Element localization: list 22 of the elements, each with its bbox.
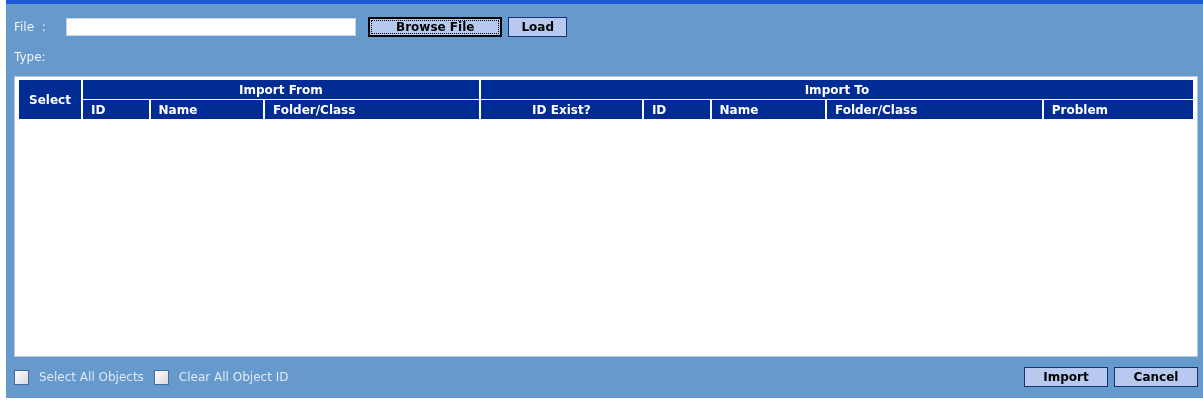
column-header: ID Exist? bbox=[480, 100, 642, 119]
checkbox[interactable] bbox=[153, 369, 169, 385]
column-header: Select bbox=[19, 80, 81, 119]
column-header: Name bbox=[150, 100, 263, 119]
file-field[interactable] bbox=[66, 18, 356, 36]
column-header: Folder/Class bbox=[265, 100, 479, 119]
file-label: File : bbox=[14, 20, 47, 34]
type-label: Type: bbox=[14, 50, 46, 64]
checkbox-label: Select All Objects bbox=[39, 370, 144, 384]
column-header: Folder/Class bbox=[826, 100, 1042, 119]
column-header: Name bbox=[711, 100, 825, 119]
column-header: ID bbox=[82, 100, 149, 119]
load-button[interactable]: Load bbox=[508, 17, 567, 37]
group-header: Import To bbox=[480, 80, 1193, 99]
checkbox[interactable] bbox=[14, 369, 29, 385]
browse-button[interactable]: Browse File bbox=[368, 17, 503, 37]
checkbox-label: Clear All Object ID bbox=[178, 370, 289, 384]
column-header: ID bbox=[643, 100, 710, 119]
import-button[interactable]: Import bbox=[1024, 367, 1108, 387]
cancel-button[interactable]: Cancel bbox=[1114, 367, 1198, 387]
column-header: Problem bbox=[1043, 100, 1193, 119]
group-header: Import From bbox=[82, 80, 479, 99]
